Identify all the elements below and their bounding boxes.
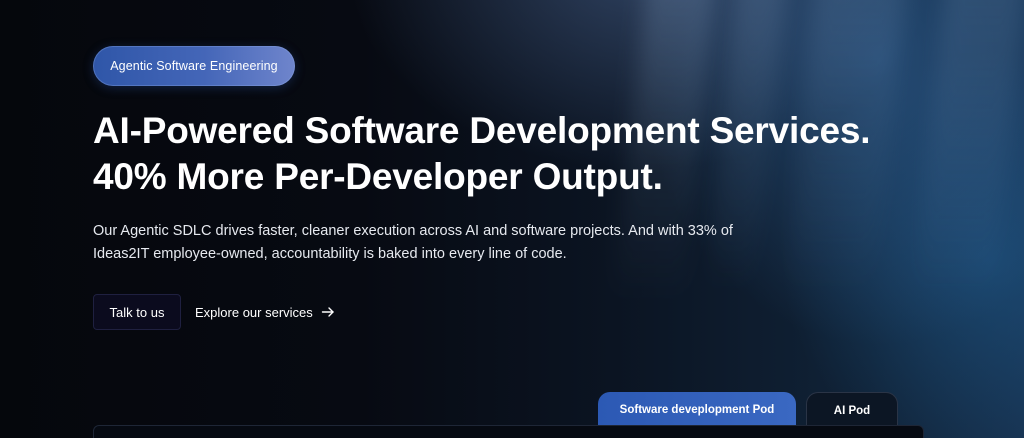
tab-ai-pod[interactable]: AI Pod — [806, 392, 898, 428]
explore-services-label: Explore our services — [195, 304, 313, 320]
hero-section: Agentic Software Engineering AI-Powered … — [0, 0, 1024, 438]
pod-content-panel — [93, 425, 924, 438]
light-beam — [912, 0, 1024, 300]
tab-software-development-pod[interactable]: Software deveplopment Pod — [598, 392, 796, 428]
description-line-2: Ideas2IT employee-owned, accountability … — [93, 246, 567, 262]
headline-line-1: AI-Powered Software Development Services… — [93, 110, 871, 151]
category-badge: Agentic Software Engineering — [93, 46, 295, 86]
explore-services-link[interactable]: Explore our services — [195, 294, 335, 330]
arrow-right-icon — [321, 305, 335, 319]
description-line-1: Our Agentic SDLC drives faster, cleaner … — [93, 223, 733, 239]
headline-line-2: 40% More Per-Developer Output. — [93, 156, 663, 197]
page-title: AI-Powered Software Development Services… — [93, 108, 870, 200]
hero-description: Our Agentic SDLC drives faster, cleaner … — [93, 220, 793, 266]
talk-to-us-button[interactable]: Talk to us — [93, 294, 181, 330]
